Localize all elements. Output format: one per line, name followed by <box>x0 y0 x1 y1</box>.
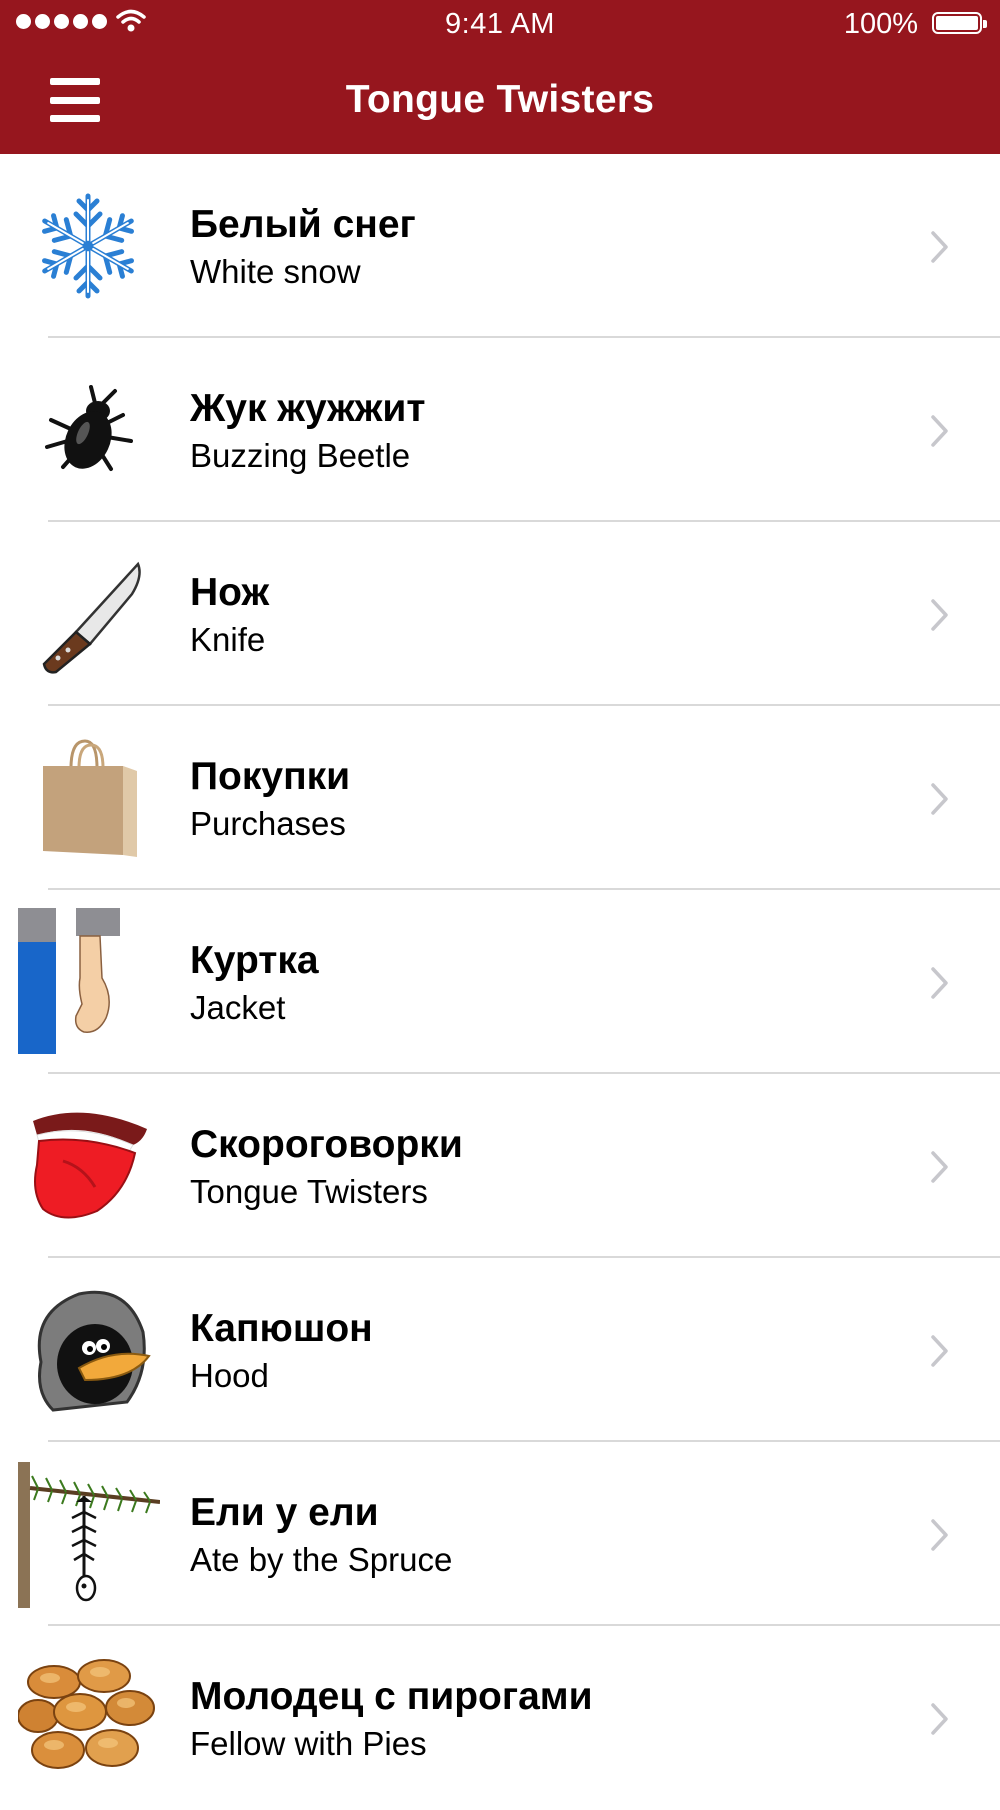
item-title-russian: Капюшон <box>190 1307 373 1350</box>
page-title: Tongue Twisters <box>345 78 655 121</box>
item-title-russian: Ели у ели <box>190 1491 379 1534</box>
battery-percent: 100% <box>843 8 918 40</box>
item-title-russian: Нож <box>190 571 270 614</box>
item-title-russian: Белый снег <box>190 203 416 246</box>
list-item-buzzing-beetle[interactable]: Жук жужжит Buzzing Beetle <box>0 338 1000 522</box>
item-subtitle-english: Fellow with Pies <box>190 1725 427 1762</box>
chevron-right-icon <box>931 783 948 815</box>
chevron-right-icon <box>931 1519 948 1551</box>
navigation-bar: Tongue Twisters <box>0 50 1000 154</box>
item-subtitle-english: Knife <box>190 621 266 658</box>
list-item-tongue-twisters[interactable]: Скороговорки Tongue Twisters <box>0 1074 1000 1258</box>
beetle-icon <box>18 360 158 500</box>
spruce-fishbone-icon <box>18 1462 160 1608</box>
list-item-knife[interactable]: Нож Knife <box>0 522 1000 706</box>
knife-icon <box>18 544 158 684</box>
chevron-right-icon <box>931 967 948 999</box>
chevron-right-icon <box>931 1335 948 1367</box>
list-item-jacket[interactable]: Куртка Jacket <box>0 890 1000 1074</box>
list-item-ate-by-the-spruce[interactable]: Ели у ели Ate by the Spruce <box>0 1442 1000 1626</box>
chevron-right-icon <box>931 415 948 447</box>
item-subtitle-english: Ate by the Spruce <box>190 1541 453 1578</box>
tongue-icon <box>18 1096 158 1236</box>
pies-icon <box>18 1652 158 1776</box>
jacket-sleeve-icon <box>18 908 120 1054</box>
shopping-bag-icon <box>18 728 158 868</box>
item-subtitle-english: Tongue Twisters <box>190 1173 428 1210</box>
chevron-right-icon <box>931 1151 948 1183</box>
item-title-russian: Куртка <box>190 939 319 982</box>
chevron-right-icon <box>931 231 948 263</box>
item-title-russian: Скороговорки <box>190 1123 463 1166</box>
status-bar: 9:41 AM 100% <box>0 0 1000 50</box>
item-subtitle-english: Buzzing Beetle <box>190 437 411 474</box>
chevron-right-icon <box>931 1703 948 1735</box>
snowflake-icon <box>18 176 158 316</box>
hooded-bird-icon <box>18 1280 158 1420</box>
list-item-fellow-with-pies[interactable]: Молодец с пирогами Fellow with Pies <box>0 1626 1000 1810</box>
item-subtitle-english: Hood <box>190 1357 269 1394</box>
item-title-russian: Молодец с пирогами <box>190 1675 593 1718</box>
item-subtitle-english: White snow <box>190 253 361 290</box>
list-item-hood[interactable]: Капюшон Hood <box>0 1258 1000 1442</box>
item-title-russian: Жук жужжит <box>190 387 426 430</box>
list-item-purchases[interactable]: Покупки Purchases <box>0 706 1000 890</box>
list-item-white-snow[interactable]: Белый снег White snow <box>0 154 1000 338</box>
battery-icon <box>932 12 987 34</box>
item-subtitle-english: Jacket <box>190 989 286 1026</box>
tongue-twister-list: Белый снег White snow Жук жужжит Buzzing… <box>0 154 1000 1810</box>
item-title-russian: Покупки <box>190 755 351 798</box>
chevron-right-icon <box>931 599 948 631</box>
item-subtitle-english: Purchases <box>190 805 346 842</box>
